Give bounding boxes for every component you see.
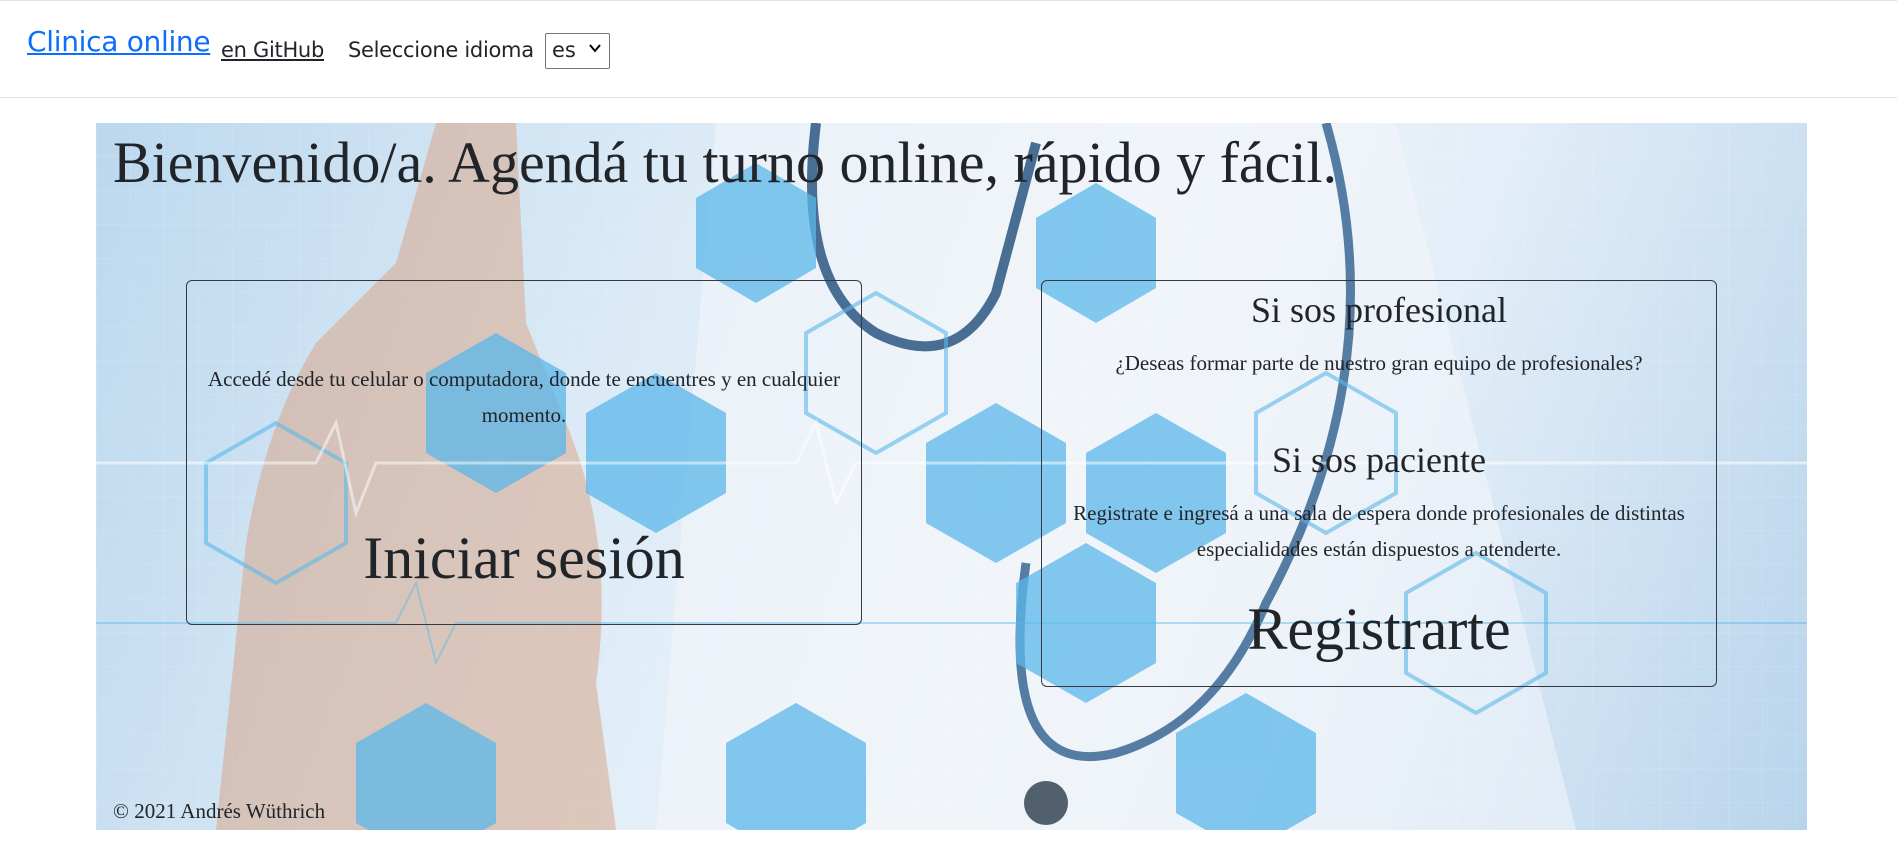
login-card: Accedé desde tu celular o computadora, d… bbox=[186, 280, 862, 625]
patient-title: Si sos paciente bbox=[1272, 440, 1486, 480]
patient-description: Registrate e ingresá a una sala de esper… bbox=[1073, 501, 1685, 561]
register-card: Si sos profesional ¿Deseas formar parte … bbox=[1041, 280, 1717, 687]
footer-copyright: © 2021 Andrés Wüthrich bbox=[113, 799, 326, 823]
language-select[interactable]: es bbox=[545, 33, 610, 69]
chevron-down-icon bbox=[589, 44, 601, 53]
professional-title: Si sos profesional bbox=[1251, 290, 1507, 330]
professional-description: ¿Deseas formar parte de nuestro gran equ… bbox=[1115, 351, 1643, 375]
login-button[interactable]: Iniciar sesión bbox=[187, 524, 861, 593]
hero-title: Bienvenido/a. Agendá tu turno online, rá… bbox=[113, 130, 1338, 195]
login-description: Accedé desde tu celular o computadora, d… bbox=[207, 367, 841, 427]
brand-link[interactable]: Clinica online bbox=[27, 25, 211, 58]
github-link[interactable]: en GitHub bbox=[221, 38, 324, 62]
navbar: Clinica online en GitHub Seleccione idio… bbox=[0, 0, 1897, 98]
language-label: Seleccione idioma bbox=[348, 38, 534, 62]
language-select-value: es bbox=[552, 38, 576, 62]
register-button[interactable]: Registrarte bbox=[1042, 595, 1716, 664]
hero-banner: Bienvenido/a. Agendá tu turno online, rá… bbox=[96, 123, 1807, 830]
